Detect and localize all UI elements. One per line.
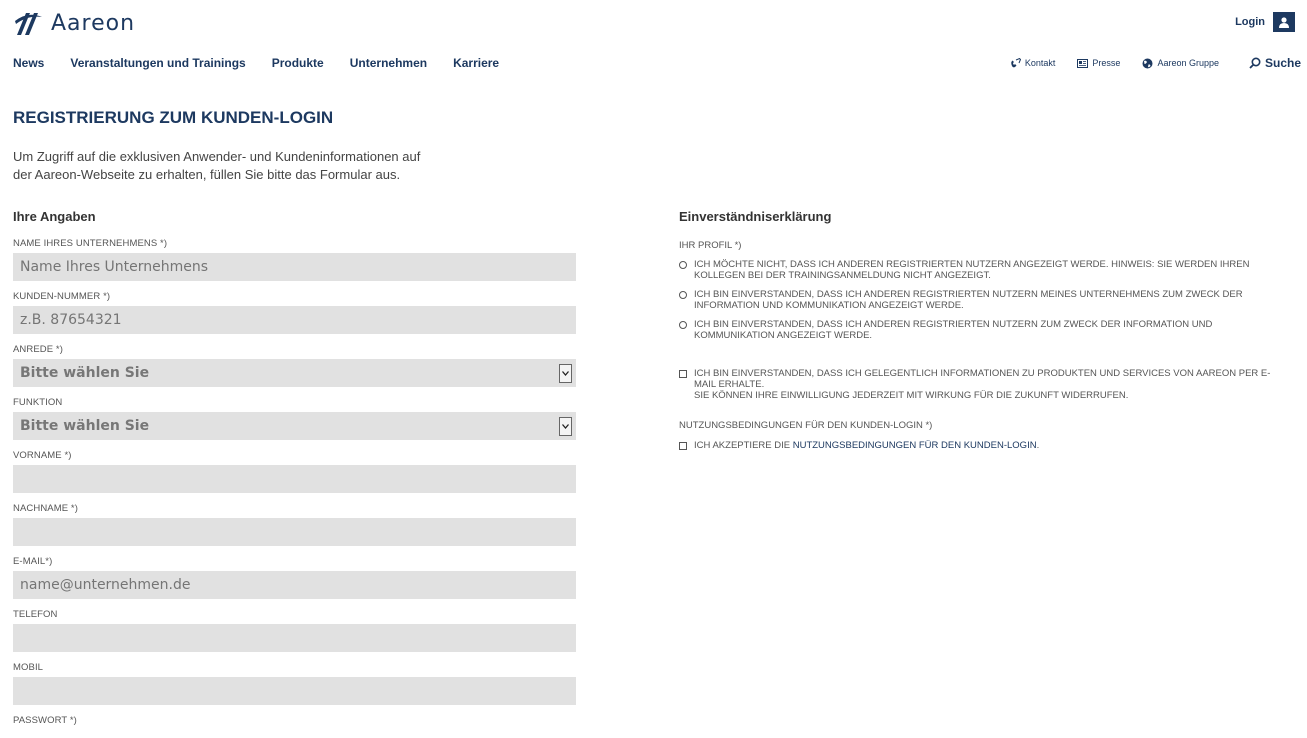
globe-icon: [1142, 58, 1153, 68]
aareon-logo-icon: [15, 13, 42, 35]
function-label: FUNKTION: [13, 397, 63, 408]
newsletter-consent-line-2: SIE KÖNNEN IHRE EINWILLIGUNG JEDERZEIT M…: [694, 390, 1129, 401]
email-input[interactable]: [13, 571, 576, 599]
profile-option-company-text: ICH BIN EINVERSTANDEN, DASS ICH ANDEREN …: [694, 289, 1243, 311]
util-press[interactable]: Presse: [1077, 58, 1120, 68]
radio-button[interactable]: [679, 321, 687, 329]
lastname-label: NACHNAME *): [13, 503, 78, 514]
phone-icon: [1011, 58, 1021, 68]
password-label: PASSWORT *): [13, 715, 77, 726]
radio-button[interactable]: [679, 291, 687, 299]
terms-consent[interactable]: ICH AKZEPTIERE DIE NUTZUNGSBEDINGUNGEN F…: [679, 440, 1289, 451]
function-select[interactable]: Bitte wählen Sie: [13, 412, 576, 440]
profile-option-hidden-text: ICH MÖCHTE NICHT, DASS ICH ANDEREN REGIS…: [694, 259, 1250, 281]
nav-item-company[interactable]: Unternehmen: [350, 56, 427, 70]
newspaper-icon: [1077, 58, 1089, 68]
search-icon: [1249, 57, 1261, 69]
terms-suffix: .: [1036, 440, 1040, 451]
profile-option-all-text: ICH BIN EINVERSTANDEN, DASS ICH ANDEREN …: [694, 319, 1213, 341]
terms-prefix: ICH AKZEPTIERE DIE: [694, 440, 793, 451]
terms-label: NUTZUNGSBEDINGUNGEN FÜR DEN KUNDEN-LOGIN…: [679, 420, 933, 431]
consent-section: Einverständniserklärung IHR PROFIL *) IC…: [679, 208, 1289, 451]
util-group[interactable]: Aareon Gruppe: [1142, 58, 1219, 69]
util-search[interactable]: Suche: [1249, 56, 1301, 70]
main-navigation: News Veranstaltungen und Trainings Produ…: [13, 56, 525, 70]
intro-line-1: Um Zugriff auf die exklusiven Anwender- …: [13, 149, 421, 164]
salutation-value: Bitte wählen Sie: [20, 365, 150, 381]
nav-item-careers[interactable]: Karriere: [453, 56, 499, 70]
intro-line-2: der Aareon-Webseite zu erhalten, füllen …: [13, 167, 401, 182]
firstname-input[interactable]: [13, 465, 576, 493]
util-contact-label: Kontakt: [1024, 58, 1056, 68]
email-label: E-MAIL*): [13, 556, 53, 567]
mobile-label: MOBIL: [13, 662, 44, 673]
firstname-label: VORNAME *): [13, 450, 72, 461]
logo-text: Aareon: [51, 10, 136, 36]
nav-item-news[interactable]: News: [13, 56, 44, 70]
mobile-input[interactable]: [13, 677, 576, 705]
utility-navigation: Kontakt Presse Aareon Gruppe Suche: [989, 56, 1301, 70]
util-search-label: Suche: [1264, 56, 1301, 70]
util-group-label: Aareon Gruppe: [1157, 58, 1219, 68]
newsletter-consent-line-1: ICH BIN EINVERSTANDEN, DASS ICH GELEGENT…: [694, 368, 1271, 390]
lastname-input[interactable]: [13, 518, 576, 546]
page-title: REGISTRIERUNG ZUM KUNDEN-LOGIN: [13, 108, 334, 127]
customer-number-input[interactable]: [13, 306, 576, 334]
login-label: Login: [1235, 16, 1265, 28]
profile-option-all[interactable]: ICH BIN EINVERSTANDEN, DASS ICH ANDEREN …: [679, 319, 1289, 341]
profile-option-company[interactable]: ICH BIN EINVERSTANDEN, DASS ICH ANDEREN …: [679, 289, 1289, 311]
nav-item-products[interactable]: Produkte: [272, 56, 324, 70]
newsletter-checkbox[interactable]: [679, 370, 687, 378]
registration-form: Ihre Angaben NAME IHRES UNTERNEHMENS *) …: [13, 208, 576, 730]
salutation-select[interactable]: Bitte wählen Sie: [13, 359, 576, 387]
nav-item-events[interactable]: Veranstaltungen und Trainings: [70, 56, 245, 70]
user-icon: [1273, 12, 1295, 32]
newsletter-consent-text: ICH BIN EINVERSTANDEN, DASS ICH GELEGENT…: [694, 368, 1289, 401]
consent-section-title: Einverständniserklärung: [679, 209, 832, 224]
aareon-logo[interactable]: Aareon: [13, 9, 135, 37]
profile-option-hidden[interactable]: ICH MÖCHTE NICHT, DASS ICH ANDEREN REGIS…: [679, 259, 1289, 281]
form-section-title: Ihre Angaben: [13, 209, 96, 224]
radio-button[interactable]: [679, 261, 687, 269]
chevron-down-icon[interactable]: [559, 363, 572, 383]
chevron-down-icon[interactable]: [559, 416, 572, 436]
terms-consent-text: ICH AKZEPTIERE DIE NUTZUNGSBEDINGUNGEN F…: [694, 440, 1289, 451]
salutation-label: ANREDE *): [13, 344, 63, 355]
phone-input[interactable]: [13, 624, 576, 652]
terms-link[interactable]: NUTZUNGSBEDINGUNGEN FÜR DEN KUNDEN-LOGIN: [793, 440, 1037, 451]
function-value: Bitte wählen Sie: [20, 418, 150, 434]
util-contact[interactable]: Kontakt: [1011, 58, 1056, 68]
intro-text: Um Zugriff auf die exklusiven Anwender- …: [13, 148, 473, 184]
terms-checkbox[interactable]: [679, 442, 687, 450]
newsletter-consent[interactable]: ICH BIN EINVERSTANDEN, DASS ICH GELEGENT…: [679, 368, 1289, 401]
company-input[interactable]: [13, 253, 576, 281]
company-label: NAME IHRES UNTERNEHMENS *): [13, 238, 168, 249]
profile-label: IHR PROFIL *): [679, 240, 742, 251]
phone-label: TELEFON: [13, 609, 58, 620]
util-press-label: Presse: [1092, 58, 1121, 68]
customer-number-label: KUNDEN-NUMMER *): [13, 291, 111, 302]
login-link[interactable]: Login: [1235, 12, 1295, 32]
